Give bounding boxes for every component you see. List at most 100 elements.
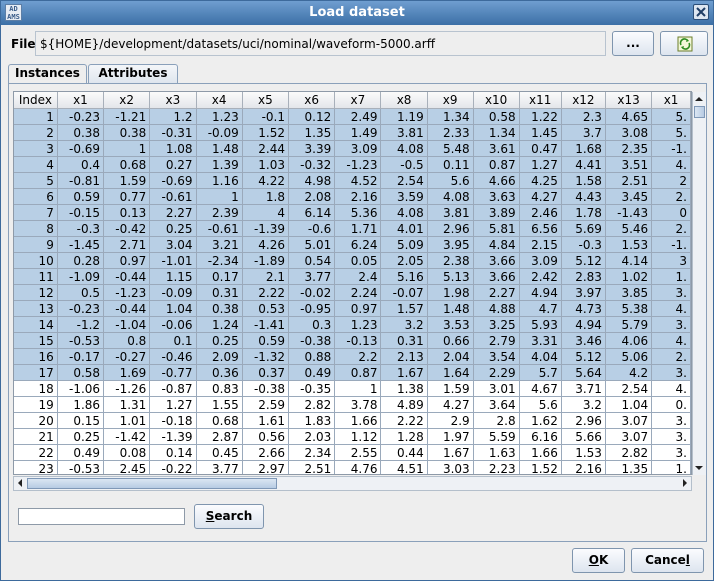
table-cell[interactable]: 2.23 xyxy=(473,460,520,474)
table-cell[interactable]: 2.33 xyxy=(427,124,474,141)
table-row[interactable]: 17 0.58 1.69 -0.77 0.36 0.37 0.49 0.87 1.67 1.64 2… xyxy=(14,364,691,381)
table-cell[interactable]: 1.64 xyxy=(427,364,474,381)
table-cell[interactable]: 3.01 xyxy=(473,380,520,397)
table-cell[interactable]: 3.85 xyxy=(605,284,653,301)
table-cell[interactable]: -1.21 xyxy=(103,108,151,125)
table-row[interactable]: 1 -0.23 -1.21 1.2 1.23 -0.1 0.12 2.49 1.19 1.34 0.… xyxy=(14,108,691,125)
table-cell[interactable]: 6.14 xyxy=(288,204,336,221)
column-header[interactable]: x11 xyxy=(519,92,562,109)
table-cell[interactable]: 0.97 xyxy=(103,252,151,269)
table-cell[interactable]: 0.15 xyxy=(57,412,105,429)
table-cell[interactable]: 3.71 xyxy=(561,380,606,397)
table-cell[interactable]: 4.65 xyxy=(605,108,653,125)
row-index-cell[interactable]: 12 xyxy=(14,284,58,301)
table-cell[interactable]: 4.08 xyxy=(380,140,428,157)
table-cell[interactable]: -0.35 xyxy=(288,380,336,397)
table-cell[interactable]: 2.34 xyxy=(288,444,336,461)
table-cell[interactable]: 4.25 xyxy=(519,172,562,189)
table-cell[interactable]: 4. xyxy=(651,380,691,397)
table-cell[interactable]: 0.68 xyxy=(103,156,151,173)
table-cell[interactable]: -1.39 xyxy=(149,428,197,445)
table-cell[interactable]: 4 xyxy=(242,204,290,221)
row-index-cell[interactable]: 4 xyxy=(14,156,58,173)
table-cell[interactable]: 2.66 xyxy=(242,444,290,461)
table-cell[interactable]: -0.18 xyxy=(149,412,197,429)
table-cell[interactable]: 2. xyxy=(651,220,691,237)
horizontal-scroll-thumb[interactable] xyxy=(27,478,277,489)
table-cell[interactable]: 0.25 xyxy=(196,332,243,349)
table-cell[interactable]: -0.3 xyxy=(57,220,105,237)
column-header[interactable]: x7 xyxy=(334,92,382,109)
table-cell[interactable]: 2.27 xyxy=(473,284,520,301)
table-cell[interactable]: 1.2 xyxy=(149,108,197,125)
table-cell[interactable]: 0.08 xyxy=(103,444,151,461)
table-cell[interactable]: 2.54 xyxy=(605,380,653,397)
table-row[interactable]: 20 0.15 1.01 -0.18 0.68 1.61 1.83 1.66 2.22 2.9 2.… xyxy=(14,412,691,429)
table-cell[interactable]: 3.64 xyxy=(473,396,520,413)
table-cell[interactable]: 2.96 xyxy=(561,412,606,429)
row-index-cell[interactable]: 6 xyxy=(14,188,58,205)
table-cell[interactable]: 1.35 xyxy=(605,460,653,474)
table-cell[interactable]: 5.69 xyxy=(561,220,606,237)
table-cell[interactable]: 5.12 xyxy=(561,348,606,365)
table-cell[interactable]: -0.61 xyxy=(196,220,243,237)
table-cell[interactable]: 1.27 xyxy=(149,396,197,413)
table-row[interactable]: 14 -1.2 -1.04 -0.06 1.24 -1.41 0.3 1.23 3.2 3.53 3… xyxy=(14,316,691,333)
table-cell[interactable]: 2.13 xyxy=(380,348,428,365)
table-cell[interactable]: 5.6 xyxy=(427,172,474,189)
table-cell[interactable]: 3. xyxy=(651,412,691,429)
table-cell[interactable]: 0.13 xyxy=(103,204,151,221)
table-cell[interactable]: 0.5 xyxy=(57,284,105,301)
table-cell[interactable]: 0.53 xyxy=(242,300,290,317)
table-cell[interactable]: 1 xyxy=(196,188,243,205)
table-cell[interactable]: 0.1 xyxy=(149,332,197,349)
table-cell[interactable]: 0.31 xyxy=(196,284,243,301)
table-row[interactable]: 9 -1.45 2.71 3.04 3.21 4.26 5.01 6.24 5.09 3.95 4.… xyxy=(14,236,691,253)
table-cell[interactable]: 0.59 xyxy=(242,332,290,349)
table-cell[interactable]: 5.06 xyxy=(605,348,653,365)
table-cell[interactable]: 3.25 xyxy=(473,316,520,333)
table-cell[interactable]: 2.38 xyxy=(427,252,474,269)
table-cell[interactable]: -0.07 xyxy=(380,284,428,301)
table-cell[interactable]: 0.58 xyxy=(57,364,105,381)
table-cell[interactable]: -0.77 xyxy=(149,364,197,381)
table-cell[interactable]: 1.63 xyxy=(473,444,520,461)
table-cell[interactable]: -0.23 xyxy=(57,108,105,125)
search-button[interactable]: Search xyxy=(194,504,264,529)
table-cell[interactable]: 1.59 xyxy=(103,172,151,189)
table-cell[interactable]: -1. xyxy=(651,236,691,253)
table-cell[interactable]: 4.66 xyxy=(473,172,520,189)
table-cell[interactable]: 4.26 xyxy=(242,236,290,253)
table-cell[interactable]: 2.24 xyxy=(334,284,382,301)
table-cell[interactable]: -0.06 xyxy=(149,316,197,333)
table-cell[interactable]: 0.38 xyxy=(196,300,243,317)
table-cell[interactable]: 4.7 xyxy=(519,300,562,317)
table-row[interactable]: 3 -0.69 1 1.08 1.48 2.44 3.39 3.09 4.08 5.48 3.61 0… xyxy=(14,140,691,157)
table-cell[interactable]: 0.36 xyxy=(196,364,243,381)
table-row[interactable]: 11 -1.09 -0.44 1.15 0.17 2.1 3.77 2.4 5.16 5.13 3.… xyxy=(14,268,691,285)
table-cell[interactable]: 5.46 xyxy=(605,220,653,237)
table-row[interactable]: 16 -0.17 -0.27 -0.46 2.09 -1.32 0.88 2.2 2.13 2.0… xyxy=(14,348,691,365)
table-cell[interactable]: 2.97 xyxy=(242,460,290,474)
table-cell[interactable]: 1.97 xyxy=(427,428,474,445)
table-cell[interactable]: -0.32 xyxy=(288,156,336,173)
table-cell[interactable]: 5.01 xyxy=(288,236,336,253)
column-header[interactable]: x4 xyxy=(196,92,243,109)
column-header[interactable]: x8 xyxy=(380,92,428,109)
table-cell[interactable]: 1.49 xyxy=(334,124,382,141)
table-cell[interactable]: 3.07 xyxy=(605,428,653,445)
table-cell[interactable]: 1.23 xyxy=(196,108,243,125)
table-cell[interactable]: 2.49 xyxy=(334,108,382,125)
table-cell[interactable]: 1.01 xyxy=(103,412,151,429)
table-cell[interactable]: 0.38 xyxy=(103,124,151,141)
search-input[interactable] xyxy=(18,508,185,525)
table-cell[interactable]: 1.23 xyxy=(334,316,382,333)
close-button[interactable] xyxy=(693,4,709,20)
table-cell[interactable]: 4.14 xyxy=(605,252,653,269)
table-cell[interactable]: 5. xyxy=(651,108,691,125)
table-cell[interactable]: 2.83 xyxy=(561,268,606,285)
table-cell[interactable]: 3. xyxy=(651,364,691,381)
row-index-cell[interactable]: 16 xyxy=(14,348,58,365)
table-cell[interactable]: 3.77 xyxy=(288,268,336,285)
table-cell[interactable]: 3.78 xyxy=(334,396,382,413)
